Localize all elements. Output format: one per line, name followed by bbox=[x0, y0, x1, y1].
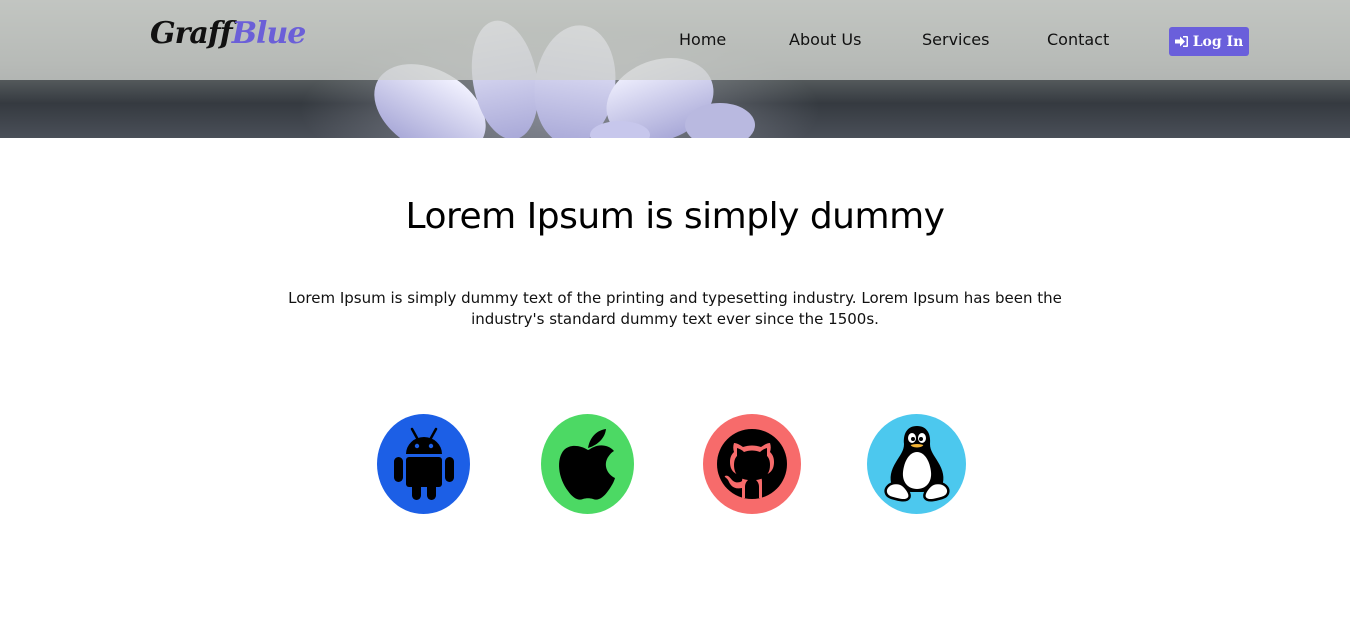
nav-home[interactable]: Home bbox=[679, 30, 726, 49]
apple-icon-button[interactable] bbox=[541, 414, 634, 514]
logo[interactable]: GraffBlue bbox=[150, 16, 307, 51]
login-label: Log In bbox=[1192, 33, 1244, 50]
linux-icon bbox=[883, 426, 950, 502]
linux-icon-button[interactable] bbox=[867, 414, 966, 514]
apple-icon bbox=[558, 429, 615, 500]
logo-text-graff: Graff bbox=[150, 16, 233, 51]
intro-text: Lorem Ipsum is simply dummy text of the … bbox=[288, 289, 1062, 328]
nav-contact[interactable]: Contact bbox=[1047, 30, 1109, 49]
github-icon-button[interactable] bbox=[703, 414, 801, 514]
navbar: GraffBlue Home About Us Services Contact… bbox=[0, 0, 1350, 80]
logo-text-blue: Blue bbox=[231, 16, 307, 51]
nav-about-us[interactable]: About Us bbox=[789, 30, 861, 49]
sign-in-icon bbox=[1174, 36, 1188, 47]
page-title: Lorem Ipsum is simply dummy bbox=[405, 196, 945, 237]
android-icon bbox=[393, 427, 454, 500]
login-button[interactable]: Log In bbox=[1169, 27, 1249, 56]
nav-services[interactable]: Services bbox=[922, 30, 989, 49]
github-icon bbox=[717, 429, 787, 499]
android-icon-button[interactable] bbox=[377, 414, 470, 514]
